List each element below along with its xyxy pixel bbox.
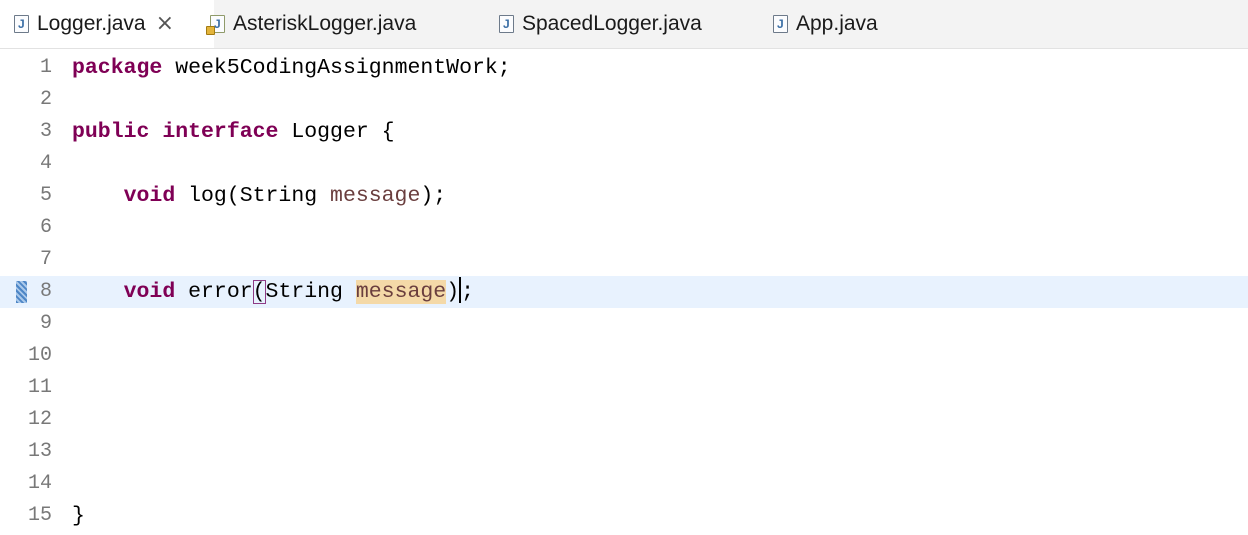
- tab-label: App.java: [796, 12, 878, 35]
- code-text: ;: [461, 280, 475, 304]
- matching-bracket-highlight: (: [252, 280, 266, 304]
- line-number-gutter: 1 2 3 4 5 6 7 8 9 10 11 12 13 14 15: [0, 49, 66, 535]
- tab-label: SpacedLogger.java: [522, 12, 702, 35]
- tab-spacedlogger-java[interactable]: SpacedLogger.java: [499, 0, 702, 48]
- line-number: 5: [39, 184, 52, 207]
- editor-tab-bar: Logger.java × AsteriskLogger.java Spaced…: [0, 0, 1248, 49]
- tab-asterisklogger-java[interactable]: AsteriskLogger.java: [206, 0, 417, 48]
- line-number: 6: [39, 216, 52, 239]
- line-number: 11: [27, 376, 52, 399]
- line-number: 12: [27, 408, 52, 431]
- tab-logger-java[interactable]: Logger.java ×: [0, 0, 214, 48]
- java-file-icon: [773, 15, 788, 33]
- parameter-name: message: [330, 184, 421, 208]
- keyword: void: [123, 184, 176, 208]
- code-line-8[interactable]: void error(String message);: [72, 276, 474, 308]
- code-text: log(String: [175, 184, 331, 208]
- line-number: 3: [39, 120, 52, 143]
- code-line-3[interactable]: public interface Logger {: [72, 116, 395, 148]
- code-text: );: [420, 184, 447, 208]
- tab-app-java[interactable]: App.java: [773, 0, 878, 48]
- java-file-warning-icon: [206, 15, 225, 35]
- line-number: 9: [39, 312, 52, 335]
- keyword: interface: [162, 120, 279, 144]
- tab-label: AsteriskLogger.java: [233, 12, 417, 35]
- closing-brace: }: [72, 504, 85, 528]
- line-number: 14: [27, 472, 52, 495]
- line-number: 7: [39, 248, 52, 271]
- keyword: void: [123, 280, 176, 304]
- close-icon[interactable]: ×: [156, 13, 174, 35]
- closing-paren: ): [446, 280, 460, 304]
- java-file-icon: [14, 15, 29, 33]
- code-line-1[interactable]: package week5CodingAssignmentWork;: [72, 52, 511, 84]
- code-text: week5CodingAssignmentWork;: [162, 56, 511, 80]
- eclipse-editor-window: Logger.java × AsteriskLogger.java Spaced…: [0, 0, 1248, 535]
- java-file-icon: [499, 15, 514, 33]
- code-text: String: [265, 280, 356, 304]
- code-text: error: [175, 280, 253, 304]
- line-number: 10: [27, 344, 52, 367]
- code-editor[interactable]: 1 2 3 4 5 6 7 8 9 10 11 12 13 14 15 pack…: [0, 49, 1248, 535]
- tab-label: Logger.java: [37, 12, 146, 35]
- parameter-occurrence-highlight: message: [355, 280, 447, 304]
- keyword: public: [72, 120, 150, 144]
- line-number: 4: [39, 152, 52, 175]
- code-line-14[interactable]: }: [72, 500, 85, 532]
- line-number: 1: [39, 56, 52, 79]
- code-text: Logger {: [278, 120, 395, 144]
- keyword: package: [72, 56, 163, 80]
- code-line-5[interactable]: void log(String message);: [72, 180, 447, 212]
- line-number: 13: [27, 440, 52, 463]
- line-number: 8: [39, 280, 52, 303]
- line-number: 15: [27, 504, 52, 527]
- line-number: 2: [39, 88, 52, 111]
